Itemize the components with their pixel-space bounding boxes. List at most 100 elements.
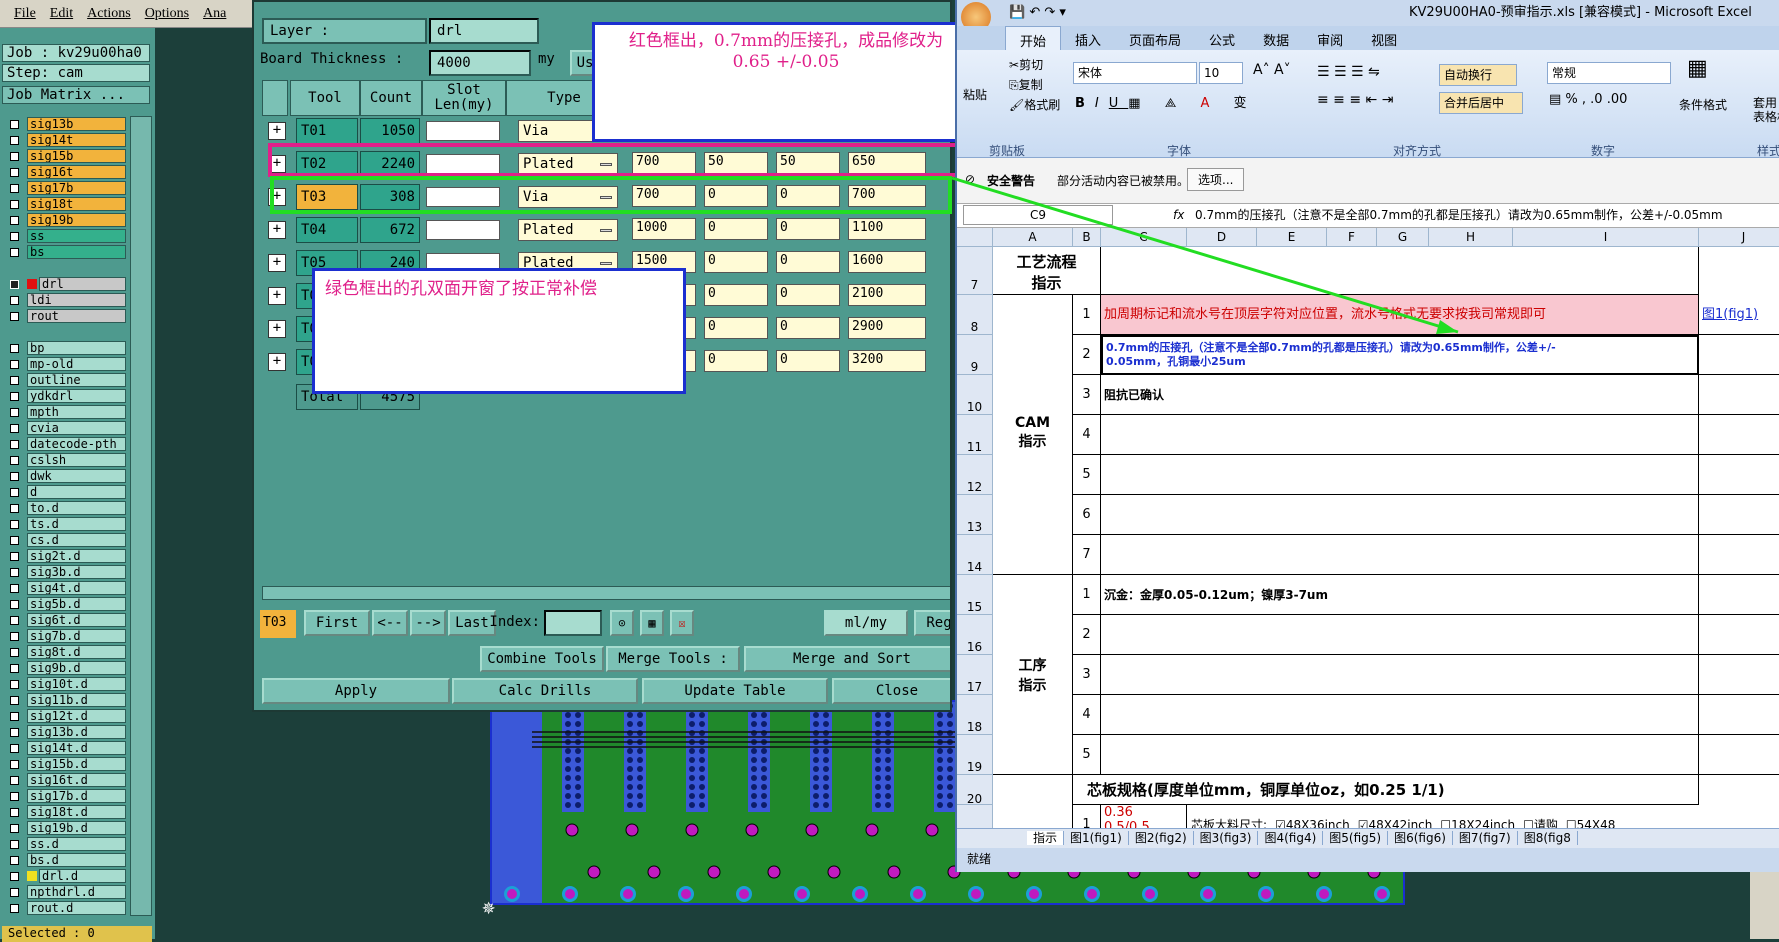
layer-checkbox[interactable] <box>10 167 19 177</box>
layer-checkbox[interactable] <box>10 887 19 897</box>
column-header[interactable]: J <box>1699 228 1779 247</box>
layer-row[interactable]: sig8t.d <box>2 644 126 660</box>
combine-tools-button[interactable]: Combine Tools <box>480 646 604 672</box>
layer-name[interactable]: sig15b <box>27 149 126 163</box>
cam-item-ref[interactable] <box>1699 375 1779 415</box>
process-item-number[interactable]: 2 <box>1073 615 1101 655</box>
layer-row[interactable]: sig15b.d <box>2 756 126 772</box>
layer-name[interactable]: sig15b.d <box>27 757 126 771</box>
layer-row[interactable]: cvia <box>2 420 126 436</box>
size-field[interactable]: 0 <box>704 284 768 306</box>
layer-row[interactable]: ss.d <box>2 836 126 852</box>
layer-name[interactable]: sig18t <box>27 197 126 211</box>
units-select[interactable]: ml/my <box>824 610 908 636</box>
search-icon[interactable]: ⊙ <box>610 610 634 636</box>
process-item-text[interactable] <box>1101 615 1699 655</box>
layer-name[interactable]: sig17b <box>27 181 126 195</box>
layer-row[interactable]: sig10t.d <box>2 676 126 692</box>
row-header[interactable]: 17 <box>957 655 993 695</box>
size-field[interactable]: 0 <box>704 218 768 240</box>
layer-name[interactable]: cs.d <box>27 533 126 547</box>
merge-and-sort-button[interactable]: Merge and Sort <box>744 646 950 672</box>
delete-icon[interactable]: ☒ <box>670 610 694 636</box>
layer-name[interactable]: sig3b.d <box>27 565 126 579</box>
layer-list-scrollbar[interactable] <box>130 116 152 916</box>
layer-row[interactable]: sig5b.d <box>2 596 126 612</box>
layer-checkbox[interactable] <box>10 311 19 321</box>
layer-checkbox[interactable] <box>10 535 19 545</box>
layer-name[interactable]: sig10t.d <box>27 677 126 691</box>
cam-item-text[interactable] <box>1101 455 1699 495</box>
core-size-option[interactable]: ☑48X42inch <box>1358 818 1433 828</box>
cam-item-text[interactable] <box>1101 415 1699 455</box>
process-label[interactable]: 工序 指示 <box>993 575 1073 775</box>
row-header[interactable]: 16 <box>957 615 993 655</box>
layer-checkbox[interactable] <box>10 551 19 561</box>
paste-button[interactable]: 粘贴 <box>963 86 987 103</box>
layer-name[interactable]: rout.d <box>27 901 126 915</box>
size-field[interactable]: 0 <box>704 317 768 339</box>
row-header[interactable]: 15 <box>957 575 993 615</box>
layer-name[interactable]: cslsh <box>27 453 126 467</box>
layer-name[interactable]: ydkdrl <box>27 389 126 403</box>
layer-name[interactable]: ldi <box>27 293 126 307</box>
sheet-tab[interactable]: 图6(fig6) <box>1388 831 1453 845</box>
layer-row[interactable]: sig12t.d <box>2 708 126 724</box>
thickness-field[interactable]: 4000 <box>429 50 531 76</box>
layer-checkbox[interactable] <box>10 871 19 881</box>
layer-row[interactable]: mpth <box>2 404 126 420</box>
size-field[interactable]: 0 <box>704 251 768 273</box>
core-item-number[interactable]: 1 <box>1073 805 1101 828</box>
layer-row[interactable]: d <box>2 484 126 500</box>
layer-checkbox[interactable] <box>10 295 19 305</box>
layer-checkbox[interactable] <box>10 695 19 705</box>
process-item-text[interactable] <box>1101 695 1699 735</box>
row-header[interactable]: 8 <box>957 295 993 335</box>
layer-row[interactable]: outline <box>2 372 126 388</box>
cam-item-number[interactable]: 6 <box>1073 495 1101 535</box>
layer-row[interactable]: sig18t.d <box>2 804 126 820</box>
layer-row[interactable]: drl.d <box>2 868 126 884</box>
layer-checkbox[interactable] <box>10 247 19 257</box>
menu-file[interactable]: File <box>14 6 36 22</box>
layer-name[interactable]: sig4t.d <box>27 581 126 595</box>
calc-drills-button[interactable]: Calc Drills <box>452 678 638 704</box>
layer-name[interactable]: bs.d <box>27 853 126 867</box>
layer-row[interactable]: sig9b.d <box>2 660 126 676</box>
process-item-ref[interactable] <box>1699 695 1779 735</box>
layer-name[interactable]: datecode-pth <box>27 437 126 451</box>
menu-analysis[interactable]: Ana <box>203 6 226 22</box>
copy-button[interactable]: ⎘复制 <box>1009 76 1043 93</box>
grid-icon[interactable]: ▦ <box>640 610 664 636</box>
layer-row[interactable]: sig4t.d <box>2 580 126 596</box>
layer-checkbox[interactable] <box>10 823 19 833</box>
font-name-select[interactable]: 宋体 <box>1073 62 1197 84</box>
layer-name[interactable]: ss.d <box>27 837 126 851</box>
layer-name[interactable]: d <box>27 485 126 499</box>
layer-row[interactable]: sig2t.d <box>2 548 126 564</box>
size-field[interactable]: 2900 <box>848 317 926 339</box>
column-header[interactable]: A <box>993 228 1073 247</box>
tab-data[interactable]: 数据 <box>1249 26 1303 50</box>
process-item-number[interactable]: 5 <box>1073 735 1101 775</box>
slot-length-field[interactable] <box>426 220 500 240</box>
layer-name[interactable]: sig9b.d <box>27 661 126 675</box>
format-painter-button[interactable]: 🖌格式刷 <box>1009 96 1060 113</box>
process-flow-cell[interactable] <box>1101 247 1699 295</box>
size-field[interactable]: 3200 <box>848 350 926 372</box>
tool-row[interactable]: + T04 672 Plated 1000 0 0 1100 <box>264 215 950 245</box>
layer-row[interactable]: npthdrl.d <box>2 884 126 900</box>
core-label-cell[interactable] <box>993 775 1073 828</box>
cam-item-ref[interactable] <box>1699 455 1779 495</box>
layer-name[interactable]: sig16t <box>27 165 126 179</box>
layer-checkbox[interactable] <box>10 279 19 289</box>
layer-checkbox[interactable] <box>10 903 19 913</box>
layer-row[interactable]: sig15b <box>2 148 126 164</box>
core-size-option[interactable]: ☐18X24inch <box>1440 818 1515 828</box>
number-format-select[interactable]: 常规 <box>1547 62 1671 84</box>
layer-field[interactable]: drl <box>429 18 539 44</box>
layer-name[interactable]: bp <box>27 341 126 355</box>
tool-type-select[interactable]: Plated <box>518 219 618 241</box>
layer-row[interactable]: sig19b <box>2 212 126 228</box>
layer-row[interactable]: bs.d <box>2 852 126 868</box>
